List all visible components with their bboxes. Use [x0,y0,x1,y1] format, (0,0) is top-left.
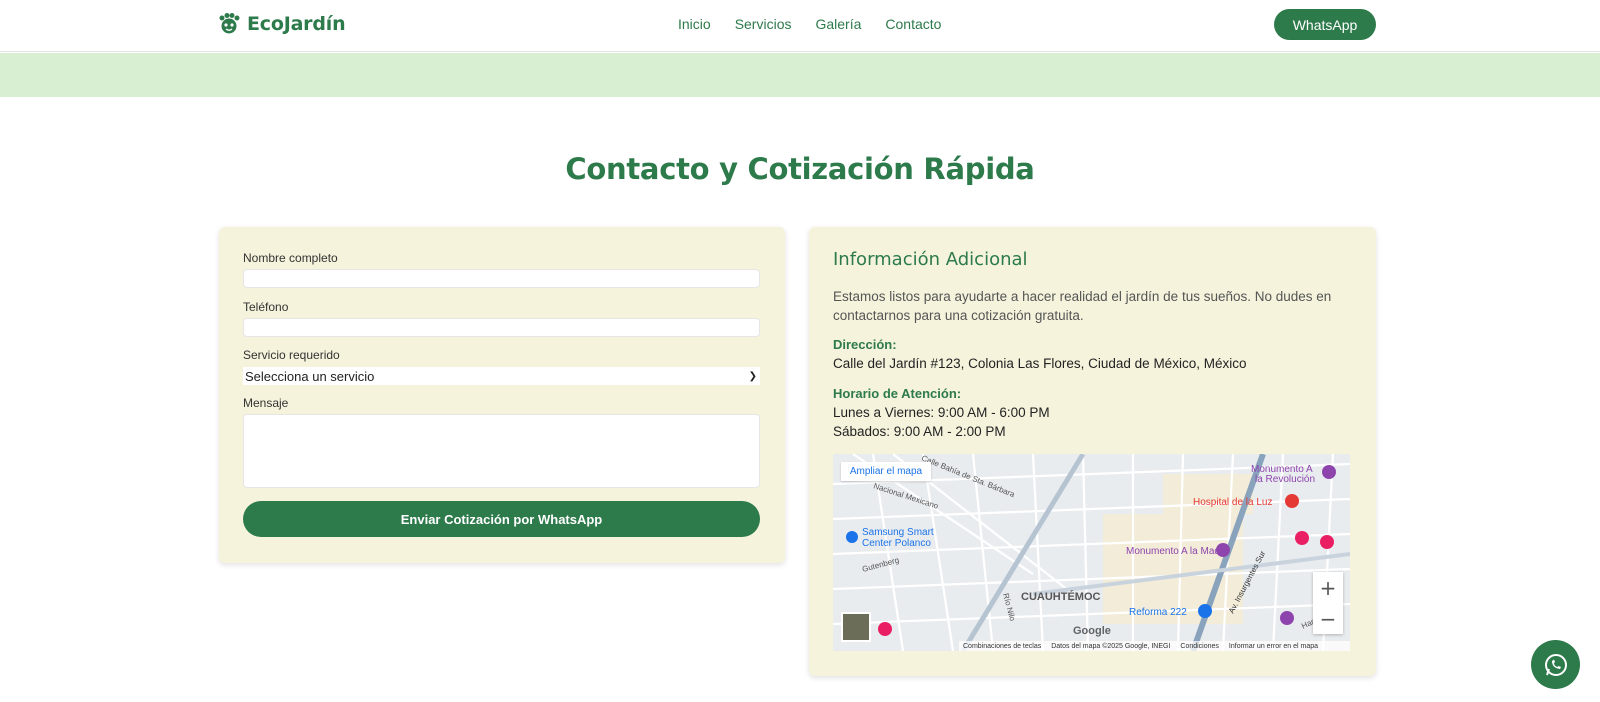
name-input[interactable] [243,269,760,288]
plus-icon[interactable]: + [1313,572,1343,603]
svg-text:Google: Google [1073,625,1111,637]
phone-label: Teléfono [243,300,289,314]
svg-text:la Revolución: la Revolución [1255,474,1315,485]
map-footer-terms[interactable]: Condiciones [1180,643,1219,650]
page-title: Contacto y Cotización Rápida [565,152,1035,186]
map-footer-data: Datos del mapa ©2025 Google, INEGI [1051,642,1171,650]
leaf-paw-icon [219,13,240,34]
name-label: Nombre completo [243,251,338,265]
hours-weekdays: Lunes a Viernes: 9:00 AM - 6:00 PM [833,405,1050,420]
svg-text:Center Polanco: Center Polanco [862,538,931,549]
nav-link-contacto[interactable]: Contacto [885,14,941,34]
svg-text:CUAUHTÉMOC: CUAUHTÉMOC [1021,590,1100,603]
satellite-toggle[interactable] [841,612,871,642]
map-footer-shortcuts[interactable]: Combinaciones de teclas [963,643,1041,650]
nav-link-inicio[interactable]: Inicio [678,14,711,34]
service-select-value: Selecciona un servicio [245,368,375,384]
quote-form-card: Nombre completo Teléfono Servicio requer… [219,227,785,563]
service-select[interactable]: Selecciona un servicio ❯ [243,367,760,385]
map-zoom-controls: + − [1313,572,1343,634]
info-title: Información Adicional [833,249,1028,270]
svg-text:Hospital de la Luz: Hospital de la Luz [1193,497,1273,508]
minus-icon[interactable]: − [1313,603,1343,634]
hours-label: Horario de Atención: [833,386,962,401]
main-nav: Inicio Servicios Galería Contacto [678,14,941,34]
map-footer: Combinaciones de teclas Datos del mapa ©… [959,641,1350,651]
chevron-down-icon: ❯ [748,370,757,382]
map-canvas: Monumento A la Revolución Hospital de la… [833,454,1350,651]
brand-logo[interactable]: EcoJardín [217,11,346,37]
floating-whatsapp-button[interactable] [1531,640,1580,689]
embedded-map[interactable]: Monumento A la Revolución Hospital de la… [833,454,1350,651]
info-card: Información Adicional Estamos listos par… [809,227,1376,676]
phone-input[interactable] [243,318,760,337]
nav-link-galeria[interactable]: Galería [815,14,861,34]
nav-link-servicios[interactable]: Servicios [735,14,792,34]
hero-banner-strip [0,53,1600,97]
service-label: Servicio requerido [243,348,340,362]
brand-name: EcoJardín [247,13,346,35]
svg-text:Reforma 222: Reforma 222 [1129,607,1187,618]
whatsapp-icon [1544,653,1567,676]
header-whatsapp-button[interactable]: WhatsApp [1274,9,1376,40]
hours-saturday: Sábados: 9:00 AM - 2:00 PM [833,424,1006,439]
message-textarea[interactable] [243,414,760,488]
submit-whatsapp-button[interactable]: Enviar Cotización por WhatsApp [243,501,760,537]
address-label: Dirección: [833,337,897,352]
map-footer-report[interactable]: Informar un error en el mapa [1229,643,1318,650]
message-label: Mensaje [243,396,289,410]
svg-text:Samsung Smart: Samsung Smart [862,527,934,538]
site-header: EcoJardín Inicio Servicios Galería Conta… [0,0,1600,52]
address-text: Calle del Jardín #123, Colonia Las Flore… [833,356,1247,371]
enlarge-map-link[interactable]: Ampliar el mapa [841,462,931,481]
info-intro: Estamos listos para ayudarte a hacer rea… [833,289,1332,323]
svg-text:Monumento A la Madre: Monumento A la Madre [1126,546,1229,557]
